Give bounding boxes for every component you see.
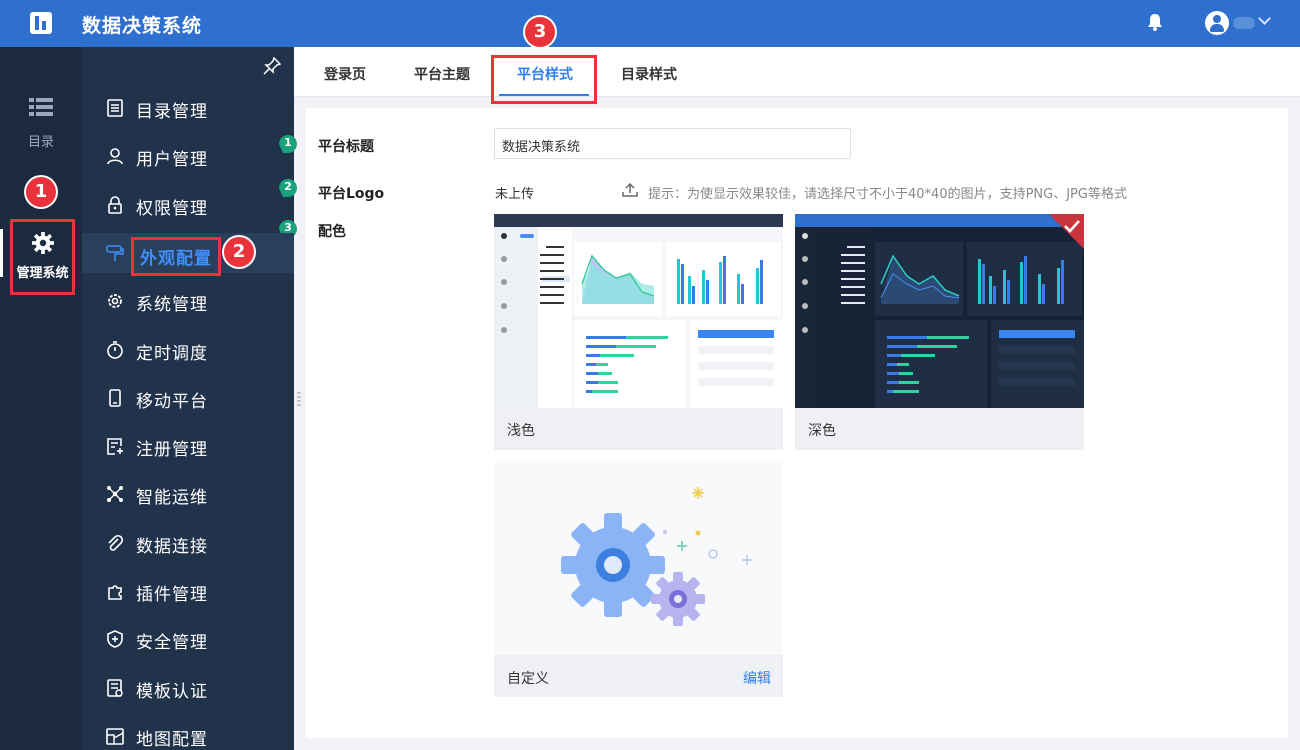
tab-directory-style[interactable]: 目录样式: [621, 64, 677, 84]
logo-upload-status: 未上传: [495, 187, 535, 202]
sidebar-item-user[interactable]: 用户管理: [82, 136, 294, 176]
color-scheme-label: 配色: [318, 224, 346, 240]
app-window: 数据决策系统 目录 管理系统 登录页 平台主题 平台样式 目录样式 平台标题 数…: [0, 0, 1300, 750]
sidebar-item-label: 权限管理: [136, 198, 208, 219]
custom-theme-edit-link[interactable]: 编辑: [743, 668, 771, 688]
tab-highlight-box: [491, 55, 597, 104]
light-theme-preview: [494, 214, 783, 408]
sidebar-item-map-config[interactable]: 地图配置: [82, 716, 294, 750]
custom-theme-illustration: [494, 461, 783, 655]
user-icon: [107, 148, 123, 165]
network-icon: [107, 486, 123, 503]
sidebar-item-label: 数据连接: [136, 536, 208, 557]
sidebar-item-label: 模板认证: [136, 681, 208, 702]
chevron-down-icon[interactable]: [1258, 12, 1271, 25]
theme-card-dark[interactable]: 深色: [795, 214, 1084, 450]
badge-1: 1: [26, 177, 56, 207]
light-theme-caption: 浅色: [507, 423, 535, 439]
gear-icon: [31, 232, 54, 254]
left-rail: 目录 管理系统: [0, 47, 82, 750]
sidebar-item-schedule[interactable]: 定时调度: [82, 330, 294, 370]
shield-icon: [107, 630, 123, 649]
rail-admin-label: 管理系统: [16, 266, 69, 281]
drag-handle-icon[interactable]: [297, 391, 301, 407]
map-icon: [106, 728, 124, 745]
gear-icon: [108, 294, 122, 309]
sidebar-item-registration[interactable]: 注册管理: [82, 426, 294, 466]
sidebar-item-label: 注册管理: [136, 440, 208, 461]
sidebar-item-label: 插件管理: [136, 585, 208, 605]
puzzle-icon: [108, 585, 122, 600]
theme-card-light[interactable]: 浅色: [494, 214, 783, 450]
lock-icon: [108, 195, 122, 214]
sidebar-item-label: 安全管理: [136, 633, 208, 654]
sidebar-item-system[interactable]: 系统管理: [82, 281, 294, 321]
rail-directory-label: 目录: [27, 135, 54, 150]
rail-admin-system[interactable]: 管理系统: [10, 219, 75, 295]
tab-login-page[interactable]: 登录页: [324, 64, 366, 84]
rail-directory[interactable]: 目录: [0, 97, 82, 150]
bell-icon[interactable]: [1147, 13, 1163, 31]
sidebar-item-plugin[interactable]: 插件管理: [82, 571, 294, 611]
dark-theme-preview: [795, 214, 1084, 408]
app-logo-icon: [30, 12, 52, 34]
sidebar-item-directory[interactable]: 目录管理: [82, 88, 294, 128]
logo-hint-text: 提示：为使显示效果较佳，请选择尺寸不小于40*40的图片，支持PNG、JPG等格…: [648, 187, 1127, 202]
sidebar-item-label: 系统管理: [136, 295, 208, 316]
sidebar-item-label: 地图配置: [136, 729, 208, 750]
sidebar-item-label: 移动平台: [136, 391, 208, 412]
sidebar-item-ops[interactable]: 智能运维: [82, 474, 294, 514]
certificate-icon: [107, 678, 123, 697]
tab-platform-theme[interactable]: 平台主题: [414, 64, 470, 84]
stopwatch-icon: [107, 340, 123, 359]
rail-active-indicator: [0, 229, 3, 277]
mobile-icon: [109, 388, 121, 407]
custom-theme-caption: 自定义: [507, 671, 549, 687]
tab-bar: 登录页 平台主题 平台样式 目录样式: [294, 47, 1300, 104]
register-icon: [107, 438, 123, 455]
sidebar-item-security[interactable]: 安全管理: [82, 619, 294, 659]
badge-3: 3: [525, 17, 555, 47]
sidebar-item-label: 目录管理: [136, 102, 208, 122]
brush-icon: [106, 245, 124, 261]
sidebar-item-template-cert[interactable]: 模板认证: [82, 668, 294, 708]
platform-title-label: 平台标题: [318, 139, 374, 155]
sidebar-item-mobile[interactable]: 移动平台: [82, 378, 294, 418]
badge-2: 2: [224, 237, 254, 267]
top-bar: 数据决策系统: [0, 0, 1300, 47]
sidebar-item-label: 用户管理: [136, 150, 208, 171]
list-icon: [29, 98, 53, 116]
sidebar-item-label: 智能运维: [136, 488, 208, 509]
user-avatar-icon[interactable]: [1205, 11, 1229, 35]
sidebar-item-data-connection[interactable]: 数据连接: [82, 523, 294, 563]
platform-title-input[interactable]: 数据决策系统: [494, 128, 851, 159]
sidebar-item-appearance[interactable]: 外观配置: [82, 232, 294, 276]
dark-theme-caption: 深色: [808, 423, 836, 439]
theme-card-custom[interactable]: 自定义 编辑: [494, 461, 783, 697]
platform-logo-label: 平台Logo: [318, 186, 385, 202]
username-blurred[interactable]: [1233, 17, 1255, 29]
list-doc-icon: [107, 99, 123, 117]
sidebar-item-label: 定时调度: [136, 343, 208, 364]
upload-icon[interactable]: [622, 182, 638, 198]
paperclip-icon: [108, 534, 124, 551]
sidebar-item-permission[interactable]: 权限管理: [82, 185, 294, 225]
sidebar-item-label: 外观配置: [131, 236, 221, 276]
pin-icon[interactable]: [263, 57, 281, 75]
app-title: 数据决策系统: [82, 15, 203, 37]
